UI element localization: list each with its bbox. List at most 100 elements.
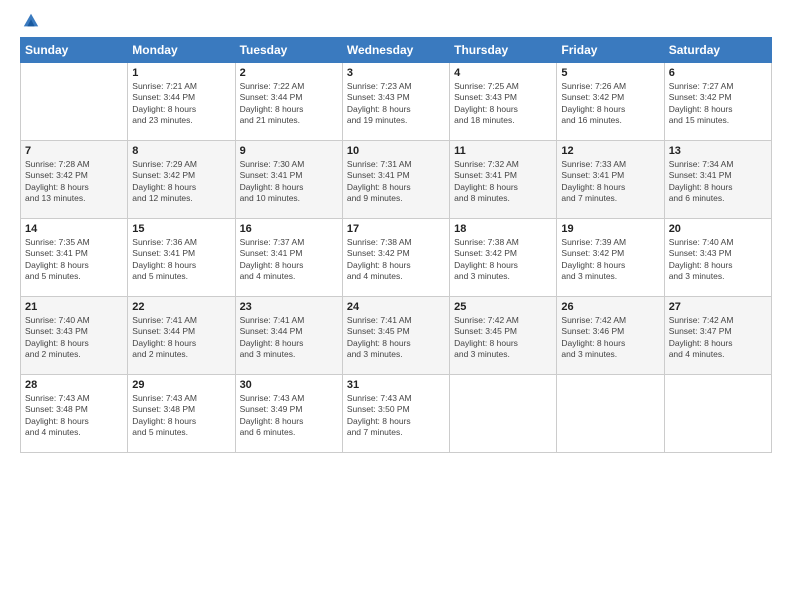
day-number: 15: [132, 223, 230, 235]
day-info: Sunrise: 7:36 AM Sunset: 3:41 PM Dayligh…: [132, 237, 230, 283]
day-info: Sunrise: 7:26 AM Sunset: 3:42 PM Dayligh…: [561, 81, 659, 127]
calendar-cell: 3Sunrise: 7:23 AM Sunset: 3:43 PM Daylig…: [342, 63, 449, 141]
col-header-friday: Friday: [557, 38, 664, 63]
col-header-saturday: Saturday: [664, 38, 771, 63]
calendar-cell: 29 Sunrise: 7:43 AM Sunset: 3:48 PM Dayli…: [128, 375, 235, 453]
day-number: 20: [669, 223, 767, 235]
day-info: Sunrise: 7:30 AM Sunset: 3:41 PM Dayligh…: [240, 159, 338, 205]
day-info: Sunrise: 7:41 AM Sunset: 3:45 PM Dayligh…: [347, 315, 445, 361]
day-number: 30: [240, 379, 338, 391]
calendar-cell: [21, 63, 128, 141]
day-info: Sunrise: 7:22 AM Sunset: 3:44 PM Dayligh…: [240, 81, 338, 127]
calendar-cell: 19 Sunrise: 7:39 AM Sunset: 3:42 PM Dayli…: [557, 219, 664, 297]
calendar-cell: 12 Sunrise: 7:33 AM Sunset: 3:41 PM Dayli…: [557, 141, 664, 219]
calendar-cell: 23 Sunrise: 7:41 AM Sunset: 3:44 PM Dayli…: [235, 297, 342, 375]
calendar-cell: 31 Sunrise: 7:43 AM Sunset: 3:50 PM Dayli…: [342, 375, 449, 453]
calendar-cell: 28 Sunrise: 7:43 AM Sunset: 3:48 PM Dayli…: [21, 375, 128, 453]
day-number: 12: [561, 145, 659, 157]
calendar-week-row: 14 Sunrise: 7:35 AM Sunset: 3:41 PM Dayli…: [21, 219, 772, 297]
day-info: Sunrise: 7:37 AM Sunset: 3:41 PM Dayligh…: [240, 237, 338, 283]
day-info: Sunrise: 7:43 AM Sunset: 3:49 PM Dayligh…: [240, 393, 338, 439]
calendar-cell: 18 Sunrise: 7:38 AM Sunset: 3:42 PM Dayli…: [450, 219, 557, 297]
calendar-week-row: 21 Sunrise: 7:40 AM Sunset: 3:43 PM Dayli…: [21, 297, 772, 375]
logo: [20, 18, 40, 27]
day-number: 6: [669, 67, 767, 79]
logo-icon: [22, 12, 40, 30]
calendar-cell: 16 Sunrise: 7:37 AM Sunset: 3:41 PM Dayli…: [235, 219, 342, 297]
day-info: Sunrise: 7:29 AM Sunset: 3:42 PM Dayligh…: [132, 159, 230, 205]
day-number: 13: [669, 145, 767, 157]
day-number: 29: [132, 379, 230, 391]
calendar-cell: 9 Sunrise: 7:30 AM Sunset: 3:41 PM Daylig…: [235, 141, 342, 219]
calendar-cell: [450, 375, 557, 453]
day-number: 25: [454, 301, 552, 313]
calendar-cell: 22Sunrise: 7:41 AM Sunset: 3:44 PM Dayli…: [128, 297, 235, 375]
calendar-cell: 14 Sunrise: 7:35 AM Sunset: 3:41 PM Dayli…: [21, 219, 128, 297]
day-info: Sunrise: 7:43 AM Sunset: 3:48 PM Dayligh…: [132, 393, 230, 439]
col-header-sunday: Sunday: [21, 38, 128, 63]
day-number: 9: [240, 145, 338, 157]
calendar-cell: 15 Sunrise: 7:36 AM Sunset: 3:41 PM Dayli…: [128, 219, 235, 297]
day-number: 7: [25, 145, 123, 157]
day-number: 28: [25, 379, 123, 391]
day-number: 8: [132, 145, 230, 157]
day-number: 14: [25, 223, 123, 235]
col-header-thursday: Thursday: [450, 38, 557, 63]
calendar-cell: 20 Sunrise: 7:40 AM Sunset: 3:43 PM Dayli…: [664, 219, 771, 297]
day-number: 24: [347, 301, 445, 313]
day-number: 31: [347, 379, 445, 391]
day-number: 23: [240, 301, 338, 313]
day-info: Sunrise: 7:23 AM Sunset: 3:43 PM Dayligh…: [347, 81, 445, 127]
calendar-cell: 27Sunrise: 7:42 AM Sunset: 3:47 PM Dayli…: [664, 297, 771, 375]
day-info: Sunrise: 7:32 AM Sunset: 3:41 PM Dayligh…: [454, 159, 552, 205]
day-info: Sunrise: 7:31 AM Sunset: 3:41 PM Dayligh…: [347, 159, 445, 205]
calendar-cell: 26 Sunrise: 7:42 AM Sunset: 3:46 PM Dayli…: [557, 297, 664, 375]
day-info: Sunrise: 7:28 AM Sunset: 3:42 PM Dayligh…: [25, 159, 123, 205]
calendar-cell: 21 Sunrise: 7:40 AM Sunset: 3:43 PM Dayli…: [21, 297, 128, 375]
calendar-week-row: 1 Sunrise: 7:21 AM Sunset: 3:44 PM Daylig…: [21, 63, 772, 141]
day-number: 11: [454, 145, 552, 157]
day-number: 19: [561, 223, 659, 235]
day-number: 21: [25, 301, 123, 313]
day-number: 1: [132, 67, 230, 79]
calendar-table: SundayMondayTuesdayWednesdayThursdayFrid…: [20, 37, 772, 453]
col-header-wednesday: Wednesday: [342, 38, 449, 63]
calendar-cell: 7 Sunrise: 7:28 AM Sunset: 3:42 PM Daylig…: [21, 141, 128, 219]
day-number: 18: [454, 223, 552, 235]
day-info: Sunrise: 7:43 AM Sunset: 3:50 PM Dayligh…: [347, 393, 445, 439]
calendar-cell: 1 Sunrise: 7:21 AM Sunset: 3:44 PM Daylig…: [128, 63, 235, 141]
day-number: 16: [240, 223, 338, 235]
calendar-cell: 6 Sunrise: 7:27 AM Sunset: 3:42 PM Daylig…: [664, 63, 771, 141]
calendar-cell: 24 Sunrise: 7:41 AM Sunset: 3:45 PM Dayli…: [342, 297, 449, 375]
calendar-header-row: SundayMondayTuesdayWednesdayThursdayFrid…: [21, 38, 772, 63]
day-info: Sunrise: 7:27 AM Sunset: 3:42 PM Dayligh…: [669, 81, 767, 127]
day-info: Sunrise: 7:42 AM Sunset: 3:45 PM Dayligh…: [454, 315, 552, 361]
day-info: Sunrise: 7:21 AM Sunset: 3:44 PM Dayligh…: [132, 81, 230, 127]
day-info: Sunrise: 7:33 AM Sunset: 3:41 PM Dayligh…: [561, 159, 659, 205]
day-info: Sunrise: 7:34 AM Sunset: 3:41 PM Dayligh…: [669, 159, 767, 205]
day-info: Sunrise: 7:25 AM Sunset: 3:43 PM Dayligh…: [454, 81, 552, 127]
day-info: Sunrise: 7:40 AM Sunset: 3:43 PM Dayligh…: [25, 315, 123, 361]
calendar-cell: [664, 375, 771, 453]
calendar-week-row: 7 Sunrise: 7:28 AM Sunset: 3:42 PM Daylig…: [21, 141, 772, 219]
calendar-cell: 5 Sunrise: 7:26 AM Sunset: 3:42 PM Daylig…: [557, 63, 664, 141]
day-info: Sunrise: 7:39 AM Sunset: 3:42 PM Dayligh…: [561, 237, 659, 283]
day-number: 4: [454, 67, 552, 79]
col-header-tuesday: Tuesday: [235, 38, 342, 63]
day-info: Sunrise: 7:41 AM Sunset: 3:44 PM Dayligh…: [240, 315, 338, 361]
day-number: 26: [561, 301, 659, 313]
calendar-cell: 11 Sunrise: 7:32 AM Sunset: 3:41 PM Dayli…: [450, 141, 557, 219]
day-number: 27: [669, 301, 767, 313]
day-number: 10: [347, 145, 445, 157]
day-info: Sunrise: 7:42 AM Sunset: 3:46 PM Dayligh…: [561, 315, 659, 361]
day-info: Sunrise: 7:40 AM Sunset: 3:43 PM Dayligh…: [669, 237, 767, 283]
day-info: Sunrise: 7:43 AM Sunset: 3:48 PM Dayligh…: [25, 393, 123, 439]
day-number: 5: [561, 67, 659, 79]
day-info: Sunrise: 7:35 AM Sunset: 3:41 PM Dayligh…: [25, 237, 123, 283]
calendar-cell: 13 Sunrise: 7:34 AM Sunset: 3:41 PM Dayli…: [664, 141, 771, 219]
day-info: Sunrise: 7:38 AM Sunset: 3:42 PM Dayligh…: [454, 237, 552, 283]
col-header-monday: Monday: [128, 38, 235, 63]
calendar-cell: 2 Sunrise: 7:22 AM Sunset: 3:44 PM Daylig…: [235, 63, 342, 141]
day-number: 2: [240, 67, 338, 79]
calendar-cell: 30 Sunrise: 7:43 AM Sunset: 3:49 PM Dayli…: [235, 375, 342, 453]
